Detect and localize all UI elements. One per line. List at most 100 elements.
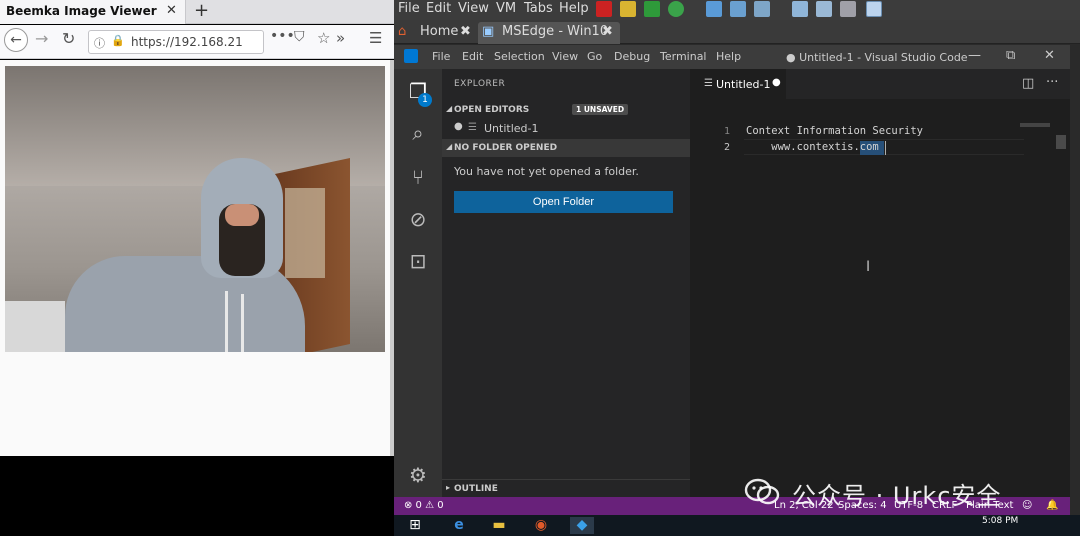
close-icon[interactable]: ✖ bbox=[460, 24, 471, 39]
vscode-titlebar: File Edit Selection View Go Debug Termin… bbox=[394, 45, 1070, 69]
vm-tab-msedge-label: MSEdge - Win10 bbox=[502, 24, 609, 39]
problems-indicator[interactable]: ⊗ 0 ⚠ 0 bbox=[404, 500, 444, 511]
vmware-window: File Edit View VM Tabs Help ⌂ Home ✖ ▣ M… bbox=[394, 0, 1080, 536]
browser-page bbox=[0, 60, 392, 456]
split-editor-icon[interactable]: ◫ bbox=[1022, 76, 1034, 91]
editor-scrollbar[interactable] bbox=[1056, 135, 1066, 149]
power-off-icon[interactable] bbox=[596, 1, 612, 17]
suspend-icon[interactable] bbox=[620, 1, 636, 17]
lock-warning-icon[interactable]: 🔒 bbox=[111, 34, 125, 47]
snapshot-manager-icon[interactable] bbox=[754, 1, 770, 17]
snapshot-icon[interactable] bbox=[706, 1, 722, 17]
debug-icon[interactable]: ⊘ bbox=[406, 207, 430, 231]
overflow-chevron-icon[interactable]: » bbox=[336, 29, 345, 47]
no-folder-label: NO FOLDER OPENED bbox=[454, 143, 558, 153]
close-icon[interactable]: ✖ bbox=[602, 24, 613, 39]
minimap[interactable] bbox=[1020, 123, 1050, 127]
activity-bar: ❐ 1 ⌕ ⑂ ⊘ ⊡ ⚙ bbox=[394, 69, 442, 497]
vm-icon: ▣ bbox=[482, 24, 495, 39]
open-folder-button[interactable]: Open Folder bbox=[454, 191, 673, 213]
no-folder-section[interactable]: ◢ NO FOLDER OPENED bbox=[442, 139, 690, 157]
vm-menu-file[interactable]: File bbox=[398, 1, 420, 16]
outline-section[interactable]: ▸ OUTLINE bbox=[442, 479, 690, 497]
source-control-icon[interactable]: ⑂ bbox=[406, 165, 430, 189]
editor-group: ☰ Untitled-1 ● ◫ ··· 1 Context Informati… bbox=[690, 69, 1070, 497]
restore-icon[interactable]: ⧉ bbox=[1006, 48, 1015, 63]
page-actions-icon[interactable]: ••• bbox=[270, 28, 295, 44]
edge-icon[interactable]: e bbox=[450, 517, 468, 534]
vm-menu-edit[interactable]: Edit bbox=[426, 1, 451, 16]
editor-tab-title: Untitled-1 bbox=[716, 78, 771, 91]
console-view-icon[interactable] bbox=[816, 1, 832, 17]
gear-icon[interactable]: ⚙ bbox=[406, 463, 430, 487]
explorer-sidebar: EXPLORER ◢ OPEN EDITORS 1 UNSAVED ● ☰ Un… bbox=[442, 69, 690, 497]
vm-tab-home[interactable]: ⌂ Home ✖ bbox=[398, 22, 476, 44]
taskbar-clock: 5:08 PM bbox=[982, 516, 1019, 526]
window-title: ● Untitled-1 - Visual Studio Code bbox=[786, 51, 968, 64]
browser-tab[interactable]: Beemka Image Viewer ✕ bbox=[0, 0, 186, 24]
search-icon[interactable]: ⌕ bbox=[406, 121, 430, 145]
back-arrow-icon[interactable]: ← bbox=[4, 28, 28, 52]
outline-label: OUTLINE bbox=[454, 484, 498, 494]
open-editor-item[interactable]: ● ☰ Untitled-1 bbox=[442, 119, 690, 139]
line-number: 2 bbox=[723, 142, 730, 153]
unsaved-count-badge: 1 bbox=[418, 93, 432, 107]
vm-menu-vm[interactable]: VM bbox=[496, 1, 516, 16]
more-actions-icon[interactable]: ··· bbox=[1046, 75, 1058, 90]
code-line[interactable]: www.contextis.com bbox=[746, 141, 878, 153]
wechat-icon bbox=[744, 478, 780, 505]
ibeam-cursor-icon: I bbox=[866, 259, 871, 275]
bookmark-star-icon[interactable]: ☆ bbox=[317, 29, 330, 47]
close-window-icon[interactable]: ✕ bbox=[1044, 48, 1055, 63]
menu-edit[interactable]: Edit bbox=[462, 50, 483, 63]
forward-arrow-icon[interactable]: → bbox=[35, 29, 48, 48]
watermark-text: 公众号 · Urkc安全 bbox=[792, 482, 1002, 510]
dirty-dot-icon[interactable]: ● bbox=[772, 77, 781, 88]
fullscreen-icon[interactable] bbox=[840, 1, 856, 17]
menu-file[interactable]: File bbox=[432, 50, 450, 63]
vm-tab-msedge[interactable]: ▣ MSEdge - Win10 ✖ bbox=[478, 22, 620, 44]
vscode-taskbar-icon[interactable]: ◆ bbox=[570, 517, 594, 534]
vm-menu-view[interactable]: View bbox=[458, 1, 489, 16]
restart-icon[interactable] bbox=[668, 1, 684, 17]
sidebar-toggle-icon[interactable] bbox=[792, 1, 808, 17]
chevron-down-icon: ◢ bbox=[446, 142, 453, 151]
minimize-icon[interactable]: — bbox=[968, 48, 981, 63]
vm-menu-tabs[interactable]: Tabs bbox=[524, 1, 553, 16]
play-icon[interactable] bbox=[644, 1, 660, 17]
editor-tab[interactable]: ☰ Untitled-1 ● bbox=[690, 69, 786, 99]
info-icon[interactable]: ⓘ bbox=[94, 35, 105, 51]
menu-help[interactable]: Help bbox=[716, 50, 741, 63]
feedback-icon[interactable]: ☺ bbox=[1022, 500, 1032, 511]
revert-snapshot-icon[interactable] bbox=[730, 1, 746, 17]
webcam-image bbox=[5, 66, 385, 352]
windows-start-icon[interactable]: ⊞ bbox=[406, 517, 424, 534]
notifications-bell-icon[interactable]: 🔔 bbox=[1046, 500, 1058, 511]
menu-selection[interactable]: Selection bbox=[494, 50, 545, 63]
home-icon: ⌂ bbox=[398, 24, 407, 39]
firefox-window: Beemka Image Viewer ✕ + ← → ↻ ⓘ 🔒 https:… bbox=[0, 0, 394, 536]
open-editors-section[interactable]: ◢ OPEN EDITORS 1 UNSAVED bbox=[442, 101, 690, 119]
file-explorer-icon[interactable]: ▬ bbox=[490, 517, 508, 534]
url-bar[interactable]: ⓘ 🔒 https://192.168.21 bbox=[88, 30, 264, 54]
hamburger-menu-icon[interactable]: ☰ bbox=[369, 29, 382, 47]
desktop-background bbox=[0, 456, 392, 536]
tab-close-icon[interactable]: ✕ bbox=[166, 3, 177, 18]
extensions-icon[interactable]: ⊡ bbox=[406, 249, 430, 273]
menu-terminal[interactable]: Terminal bbox=[660, 50, 707, 63]
new-tab-button[interactable]: + bbox=[194, 0, 209, 21]
vscode-window: File Edit Selection View Go Debug Termin… bbox=[394, 45, 1070, 515]
menu-view[interactable]: View bbox=[552, 50, 578, 63]
reload-icon[interactable]: ↻ bbox=[62, 29, 75, 48]
url-text[interactable]: https://192.168.21 bbox=[131, 35, 243, 49]
open-editor-filename: Untitled-1 bbox=[484, 122, 539, 135]
pocket-icon[interactable]: ⛉ bbox=[294, 29, 305, 45]
firefox-icon[interactable]: ◉ bbox=[532, 517, 550, 534]
menu-go[interactable]: Go bbox=[587, 50, 602, 63]
browser-tab-bar: Beemka Image Viewer ✕ + bbox=[0, 0, 394, 24]
vm-menu-help[interactable]: Help bbox=[559, 1, 589, 16]
menu-debug[interactable]: Debug bbox=[614, 50, 650, 63]
code-line[interactable]: Context Information Security bbox=[746, 125, 923, 137]
unity-icon[interactable] bbox=[866, 1, 882, 17]
line-number: 1 bbox=[723, 126, 730, 137]
